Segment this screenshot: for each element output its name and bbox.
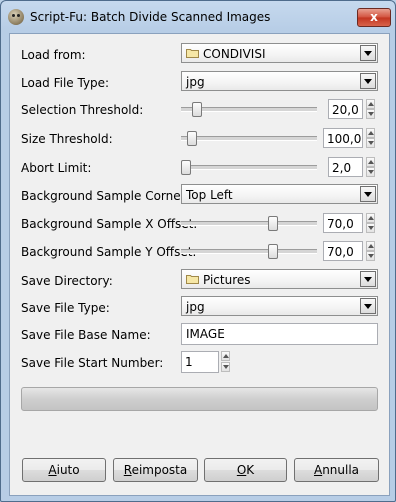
spin-down-icon[interactable]	[366, 223, 375, 233]
size-threshold-spinbox[interactable]: 100,0	[323, 128, 363, 148]
reset-button[interactable]: Reimposta	[113, 458, 198, 482]
spin-up-icon[interactable]	[366, 99, 375, 109]
folder-icon	[186, 275, 199, 284]
slider-thumb[interactable]	[186, 131, 197, 146]
input-value: IMAGE	[186, 327, 225, 341]
selection-threshold-row: Selection Threshold: 20,0	[10, 98, 389, 122]
help-button[interactable]: Aiuto	[22, 458, 106, 482]
save-file-base-name-label: Save File Base Name:	[21, 328, 151, 342]
save-file-base-name-row: Save File Base Name: IMAGE	[10, 323, 389, 347]
abort-limit-row: Abort Limit: 2,0	[10, 156, 389, 180]
dialog-window: Script-Fu: Batch Divide Scanned Images x…	[0, 0, 396, 502]
spin-buttons[interactable]	[366, 128, 375, 148]
save-file-type-combo[interactable]: jpg	[181, 296, 378, 316]
background-sample-corner-label: Background Sample Corner:	[21, 189, 190, 203]
load-from-value: CONDIVISI	[203, 47, 266, 61]
load-file-type-value: jpg	[186, 75, 205, 89]
slider-thumb[interactable]	[192, 102, 203, 117]
folder-icon	[186, 49, 199, 58]
save-directory-value: Pictures	[203, 273, 251, 287]
save-file-type-value: jpg	[186, 300, 205, 314]
ok-button[interactable]: OK	[204, 458, 287, 482]
selection-threshold-label: Selection Threshold:	[21, 103, 144, 117]
load-file-type-combo[interactable]: jpg	[181, 71, 378, 91]
background-sample-x-offset-slider[interactable]	[181, 216, 317, 231]
slider-thumb[interactable]	[268, 216, 279, 231]
load-file-type-label: Load File Type:	[21, 76, 110, 90]
save-directory-row: Save Directory: Pictures	[10, 269, 389, 293]
save-file-start-number-row: Save File Start Number: 1	[10, 351, 389, 375]
background-sample-corner-combo[interactable]: Top Left	[181, 184, 378, 204]
background-sample-corner-row: Background Sample Corner: Top Left	[10, 184, 389, 208]
background-sample-y-offset-label: Background Sample Y Offset:	[21, 245, 197, 259]
spinbox-value: 100,0	[327, 132, 362, 146]
spin-buttons[interactable]	[366, 157, 375, 177]
abort-limit-spinbox[interactable]: 2,0	[328, 157, 363, 177]
spinbox-value: 70,0	[327, 217, 354, 231]
dialog-content: Load from: CONDIVISI Load File Type: jpg…	[9, 33, 390, 496]
spin-down-icon[interactable]	[366, 167, 375, 177]
abort-limit-label: Abort Limit:	[21, 161, 92, 175]
load-from-label: Load from:	[21, 48, 86, 62]
spin-down-icon[interactable]	[366, 138, 375, 148]
chevron-down-icon[interactable]	[360, 298, 376, 314]
chevron-down-icon[interactable]	[360, 186, 376, 202]
load-file-type-row: Load File Type: jpg	[10, 71, 389, 95]
close-button[interactable]: x	[357, 8, 391, 27]
slider-thumb[interactable]	[268, 244, 279, 259]
spin-up-icon[interactable]	[366, 157, 375, 167]
spin-buttons[interactable]	[366, 99, 375, 119]
selection-threshold-spinbox[interactable]: 20,0	[328, 99, 363, 119]
spinbox-value: 70,0	[327, 245, 354, 259]
background-sample-corner-value: Top Left	[186, 188, 233, 202]
title-bar[interactable]: Script-Fu: Batch Divide Scanned Images x	[1, 1, 395, 35]
save-directory-combo[interactable]: Pictures	[181, 269, 378, 289]
spin-down-icon[interactable]	[366, 109, 375, 119]
progress-bar	[21, 387, 378, 411]
background-sample-y-offset-row: Background Sample Y Offset: 70,0	[10, 240, 389, 264]
save-file-start-number-label: Save File Start Number:	[21, 356, 164, 370]
spin-up-icon[interactable]	[366, 128, 375, 138]
save-file-start-number-spinbox[interactable]: 1	[181, 351, 219, 373]
spinbox-value: 2,0	[332, 161, 352, 175]
load-from-combo[interactable]: CONDIVISI	[181, 43, 378, 63]
spin-down-icon[interactable]	[366, 251, 375, 261]
spin-up-icon[interactable]	[366, 213, 375, 223]
selection-threshold-slider[interactable]	[181, 102, 317, 117]
spin-buttons[interactable]	[366, 241, 375, 261]
background-sample-x-offset-label: Background Sample X Offset:	[21, 217, 198, 231]
spin-buttons[interactable]	[221, 351, 230, 373]
gimp-app-icon	[8, 9, 24, 25]
save-file-type-row: Save File Type: jpg	[10, 296, 389, 320]
save-file-base-name-input[interactable]: IMAGE	[181, 323, 378, 345]
background-sample-y-offset-spinbox[interactable]: 70,0	[323, 241, 363, 261]
save-file-type-label: Save File Type:	[21, 301, 110, 315]
spinbox-value: 1	[185, 355, 193, 369]
spin-buttons[interactable]	[366, 213, 375, 233]
size-threshold-row: Size Threshold: 100,0	[10, 127, 389, 151]
slider-thumb[interactable]	[181, 160, 192, 175]
background-sample-y-offset-slider[interactable]	[181, 244, 317, 259]
background-sample-x-offset-spinbox[interactable]: 70,0	[323, 213, 363, 233]
cancel-button[interactable]: Annulla	[294, 458, 379, 482]
spin-up-icon[interactable]	[221, 351, 230, 361]
size-threshold-slider[interactable]	[181, 131, 317, 146]
abort-limit-slider[interactable]	[181, 160, 317, 175]
chevron-down-icon[interactable]	[360, 73, 376, 89]
background-sample-x-offset-row: Background Sample X Offset: 70,0	[10, 212, 389, 236]
window-title: Script-Fu: Batch Divide Scanned Images	[30, 10, 271, 24]
spin-down-icon[interactable]	[221, 362, 230, 372]
spin-up-icon[interactable]	[366, 241, 375, 251]
save-directory-label: Save Directory:	[21, 274, 113, 288]
spinbox-value: 20,0	[332, 103, 359, 117]
chevron-down-icon[interactable]	[360, 45, 376, 61]
chevron-down-icon[interactable]	[360, 271, 376, 287]
size-threshold-label: Size Threshold:	[21, 132, 113, 146]
load-from-row: Load from: CONDIVISI	[10, 43, 389, 67]
